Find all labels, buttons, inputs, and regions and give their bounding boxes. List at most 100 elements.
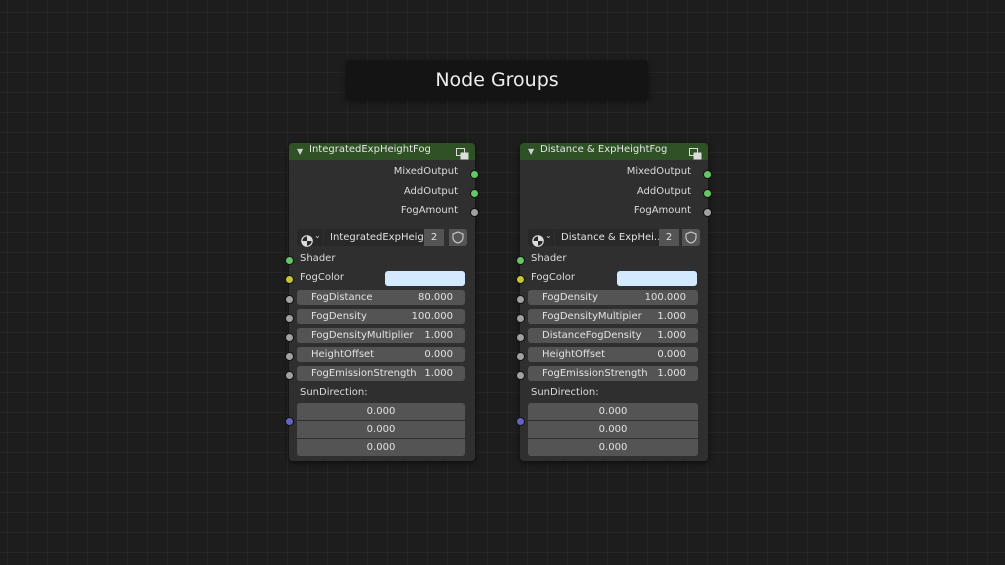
field-label: FogEmissionStrength [311,368,417,379]
input-socket-field-2[interactable] [516,314,525,323]
input-socket-field-3[interactable] [285,333,294,342]
field-distancefogdensity[interactable]: DistanceFogDensity 1.000 [528,328,698,343]
input-socket-sundirection[interactable] [285,417,294,426]
group-name-field[interactable]: Distance & ExpHei... [555,229,659,246]
field-label: FogDistance [311,292,373,303]
field-value: 1.000 [657,330,686,341]
input-label-shader: Shader [300,253,336,264]
output-socket-mixed[interactable] [703,170,712,179]
fake-user-button[interactable] [682,229,700,246]
node-title: Distance & ExpHeightFog [540,144,668,155]
field-label: FogEmissionStrength [542,368,648,379]
output-socket-fogamount[interactable] [470,208,479,217]
fogcolor-swatch[interactable] [617,271,697,286]
field-value: 1.000 [424,368,453,379]
field-label: FogDensity [542,292,598,303]
group-browse-dropdown[interactable]: ⌄ [528,229,554,247]
input-socket-field-4[interactable] [285,352,294,361]
field-label: FogDensityMultiplier [311,330,414,341]
sundirection-z[interactable]: 0.000 [297,439,465,456]
output-label-mixed: MixedOutput [393,166,458,177]
field-label: HeightOffset [542,349,606,360]
collapse-arrow-icon[interactable]: ▼ [528,147,534,156]
output-label-mixed: MixedOutput [626,166,691,177]
field-value: 1.000 [424,330,453,341]
output-label-fogamount: FogAmount [633,205,691,216]
group-datablock-selector: ⌄ IntegratedExpHeig... 2 [297,229,467,247]
fake-user-shield-icon [452,231,464,244]
fogcolor-swatch[interactable] [385,271,465,286]
fake-user-shield-icon [685,231,697,244]
output-label-add: AddOutput [403,186,458,197]
input-label-shader: Shader [531,253,567,264]
field-fogemissionstrength[interactable]: FogEmissionStrength 1.000 [528,366,698,381]
group-browse-icon [532,232,544,251]
field-value: 80.000 [418,292,453,303]
node-group-icon[interactable] [689,145,702,164]
fake-user-button[interactable] [449,229,467,246]
sundirection-y[interactable]: 0.000 [528,421,698,438]
field-label: FogDensityMultipier [542,311,642,322]
input-socket-field-1[interactable] [285,295,294,304]
field-value: 100.000 [411,311,453,322]
output-socket-add[interactable] [703,189,712,198]
chevron-down-icon: ⌄ [545,231,552,240]
input-label-fogcolor: FogColor [531,272,575,283]
output-socket-add[interactable] [470,189,479,198]
input-socket-field-3[interactable] [516,333,525,342]
node-group-icon[interactable] [456,145,469,164]
node-integrated-exp-height-fog[interactable]: ▼ IntegratedExpHeightFog MixedOutput Add… [285,143,479,461]
group-datablock-selector: ⌄ Distance & ExpHei... 2 [528,229,700,247]
node-title: IntegratedExpHeightFog [309,144,431,155]
input-socket-shader[interactable] [516,256,525,265]
node-header[interactable]: ▼ Distance & ExpHeightFog [520,143,708,160]
field-label: HeightOffset [311,349,375,360]
field-fogdensitymultiplier[interactable]: FogDensityMultiplier 1.000 [297,328,465,343]
output-socket-mixed[interactable] [470,170,479,179]
input-socket-fogcolor[interactable] [285,275,294,284]
output-socket-fogamount[interactable] [703,208,712,217]
field-value: 1.000 [657,311,686,322]
output-label-fogamount: FogAmount [400,205,458,216]
field-label: FogDensity [311,311,367,322]
field-heightoffset[interactable]: HeightOffset 0.000 [297,347,465,362]
field-fogdensity[interactable]: FogDensity 100.000 [528,290,698,305]
field-heightoffset[interactable]: HeightOffset 0.000 [528,347,698,362]
group-browse-icon [301,232,313,251]
input-label-sundirection: SunDirection: [531,387,599,398]
node-groups-frame[interactable]: Node Groups [346,60,648,100]
input-socket-sundirection[interactable] [516,417,525,426]
sundirection-x[interactable]: 0.000 [528,403,698,420]
group-name-field[interactable]: IntegratedExpHeig... [324,229,424,246]
group-users-count[interactable]: 2 [424,229,444,246]
input-socket-field-5[interactable] [516,371,525,380]
node-header[interactable]: ▼ IntegratedExpHeightFog [289,143,475,160]
group-browse-dropdown[interactable]: ⌄ [297,229,323,247]
input-label-fogcolor: FogColor [300,272,344,283]
field-fogdistance[interactable]: FogDistance 80.000 [297,290,465,305]
field-label: DistanceFogDensity [542,330,642,341]
collapse-arrow-icon[interactable]: ▼ [297,147,303,156]
input-label-sundirection: SunDirection: [300,387,368,398]
group-users-count[interactable]: 2 [659,229,679,246]
output-label-add: AddOutput [636,186,691,197]
sundirection-y[interactable]: 0.000 [297,421,465,438]
node-distance-exp-height-fog[interactable]: ▼ Distance & ExpHeightFog MixedOutput Ad… [516,143,712,461]
input-socket-shader[interactable] [285,256,294,265]
field-fogemissionstrength[interactable]: FogEmissionStrength 1.000 [297,366,465,381]
input-socket-field-1[interactable] [516,295,525,304]
input-socket-field-2[interactable] [285,314,294,323]
input-socket-field-4[interactable] [516,352,525,361]
field-value: 100.000 [644,292,686,303]
field-fogdensitymultipier[interactable]: FogDensityMultipier 1.000 [528,309,698,324]
input-socket-fogcolor[interactable] [516,275,525,284]
sundirection-z[interactable]: 0.000 [528,439,698,456]
field-value: 0.000 [424,349,453,360]
sundirection-x[interactable]: 0.000 [297,403,465,420]
field-value: 0.000 [657,349,686,360]
field-value: 1.000 [657,368,686,379]
field-fogdensity[interactable]: FogDensity 100.000 [297,309,465,324]
input-socket-field-5[interactable] [285,371,294,380]
chevron-down-icon: ⌄ [314,231,321,240]
frame-title: Node Groups [435,69,559,91]
